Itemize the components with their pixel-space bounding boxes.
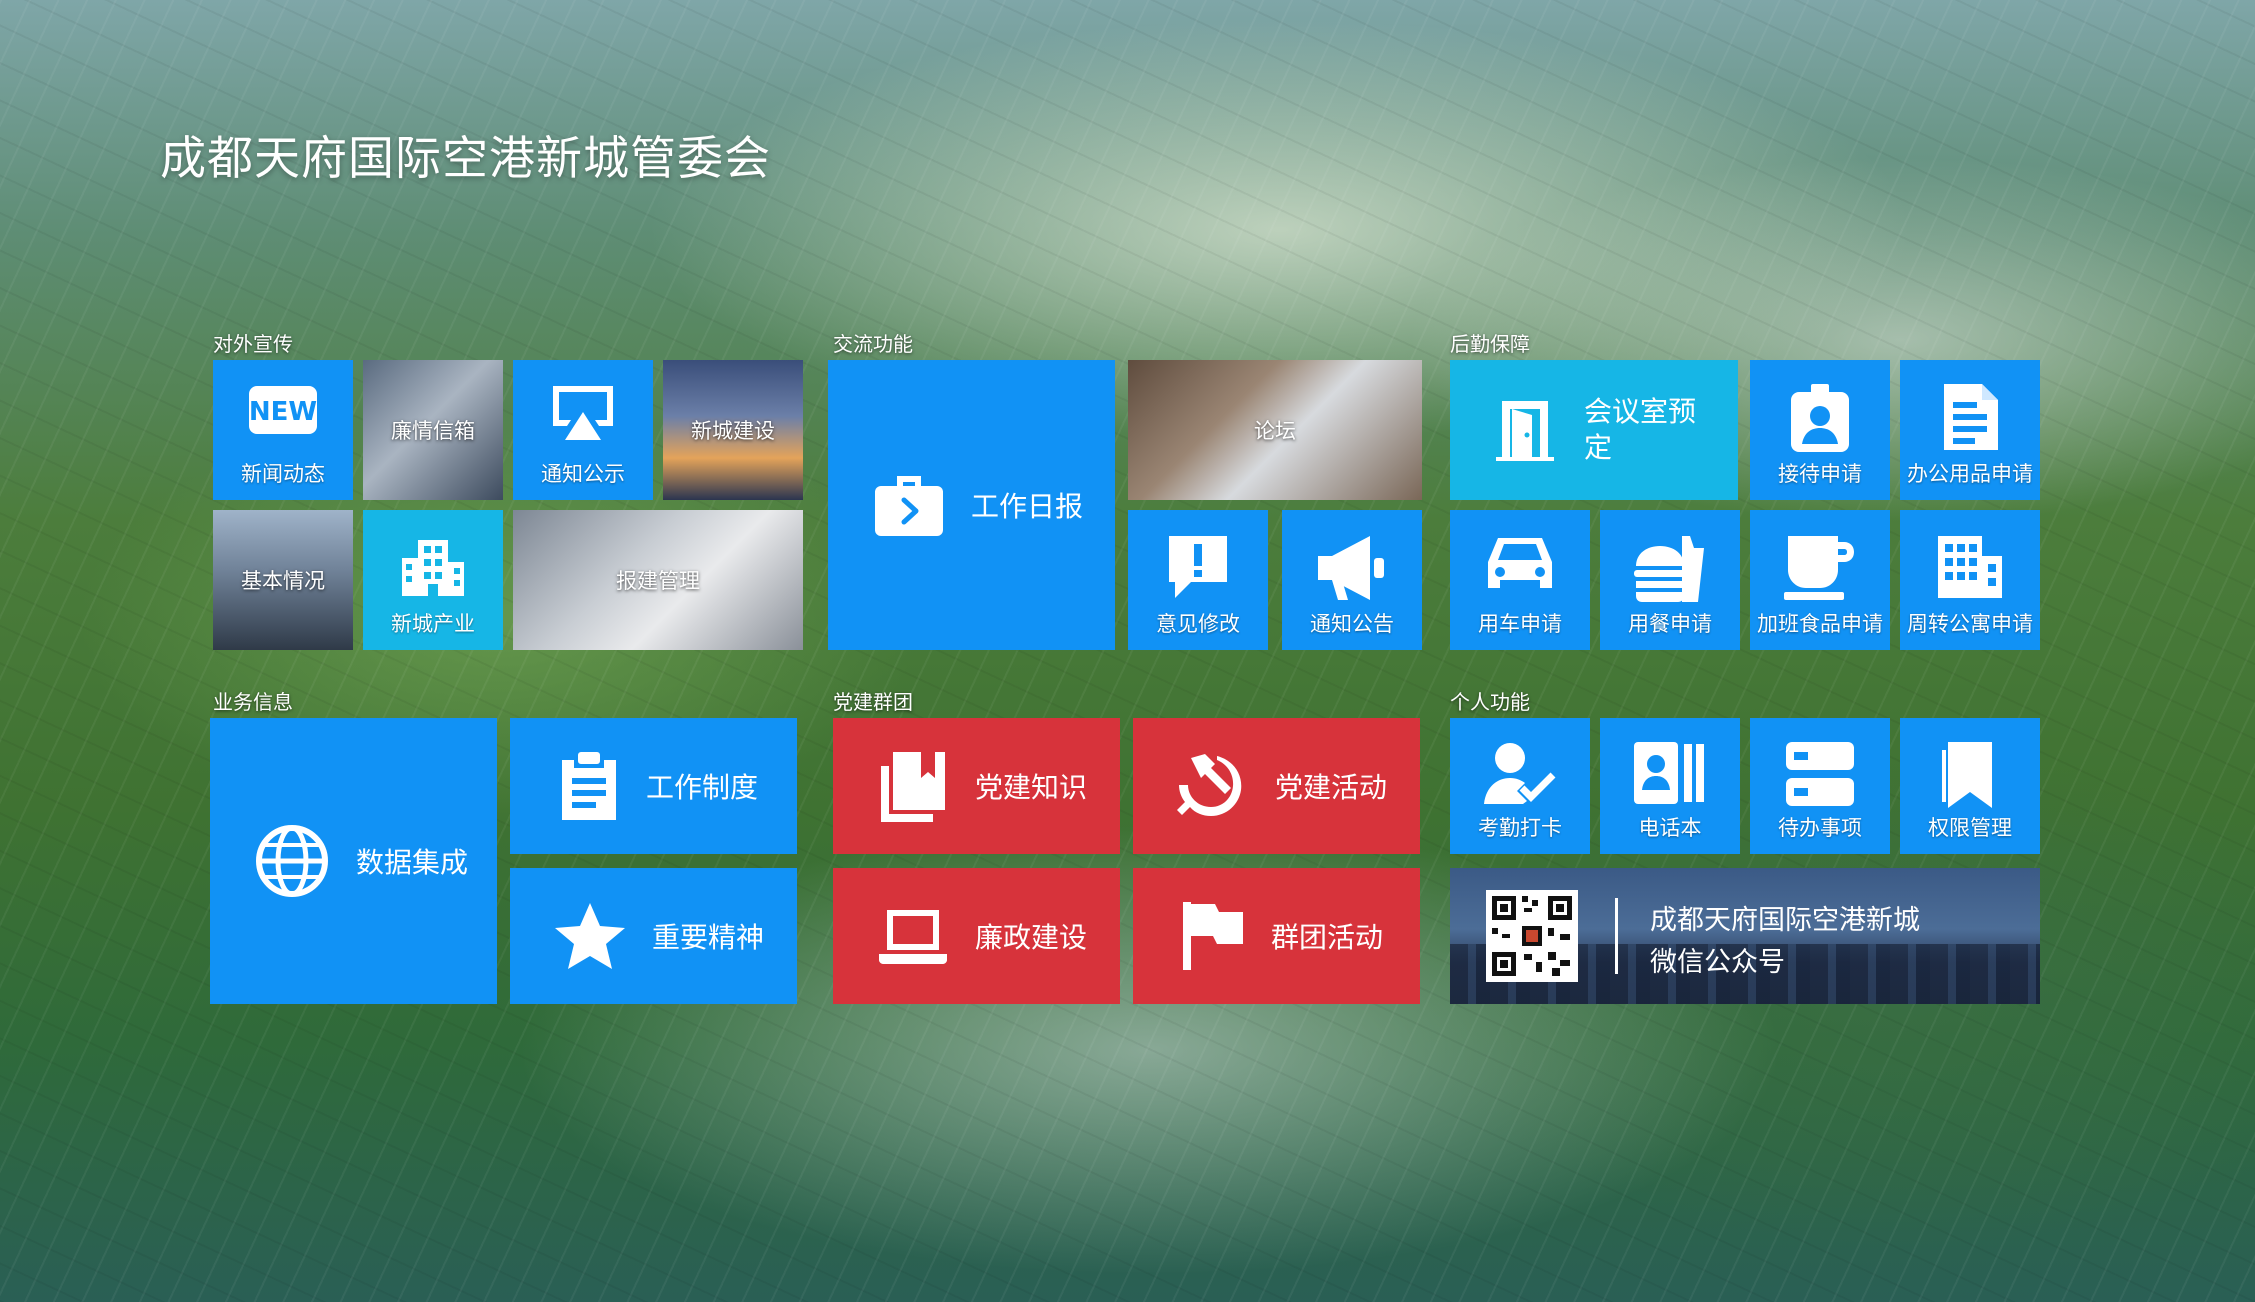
building-icon: [398, 532, 468, 602]
tile-news[interactable]: NEW 新闻动态: [213, 360, 353, 500]
section-label-personal: 个人功能: [1450, 690, 1530, 714]
page-title: 成都天府国际空港新城管委会: [160, 131, 771, 185]
tile-party-activity[interactable]: 党建活动: [1133, 718, 1420, 854]
section-label-logistics: 后勤保障: [1450, 332, 1530, 356]
tile-party-activity-label: 党建活动: [1275, 771, 1388, 804]
exclamation-bubble-icon: [1163, 532, 1233, 602]
tile-data-integration[interactable]: 数据集成: [210, 718, 497, 1004]
tile-basic-label: 基本情况: [241, 569, 325, 593]
tile-group-activity-label: 群团活动: [1271, 921, 1384, 954]
wechat-banner[interactable]: 成都天府国际空港新城 微信公众号: [1450, 868, 2040, 1004]
tile-industry-label: 新城产业: [391, 612, 475, 636]
section-label-business: 业务信息: [213, 690, 293, 714]
tile-todo[interactable]: 待办事项: [1750, 718, 1890, 854]
tile-meeting-room-label: 会议室预定: [1584, 395, 1697, 464]
section-label-party: 党建群团: [833, 690, 913, 714]
tile-reception[interactable]: 接待申请: [1750, 360, 1890, 500]
tile-mailbox[interactable]: 廉情信箱: [363, 360, 503, 500]
cup-icon: [1782, 532, 1858, 602]
door-icon: [1492, 397, 1558, 463]
contact-card-icon: [1632, 740, 1708, 806]
tile-feedback-label: 意见修改: [1156, 612, 1240, 636]
tile-vehicle-label: 用车申请: [1478, 612, 1562, 636]
hammer-sickle-icon: [1177, 750, 1249, 822]
tile-basic[interactable]: 基本情况: [213, 510, 353, 650]
tile-permission-label: 权限管理: [1928, 816, 2012, 840]
new-badge-icon: NEW: [247, 382, 319, 438]
globe-icon: [254, 823, 330, 899]
megaphone-icon: [1314, 532, 1390, 604]
tile-integrity[interactable]: 廉政建设: [833, 868, 1120, 1004]
tile-daily-report-label: 工作日报: [971, 490, 1084, 523]
tile-group-activity[interactable]: 群团活动: [1133, 868, 1420, 1004]
person-check-icon: [1482, 740, 1558, 808]
tile-attendance[interactable]: 考勤打卡: [1450, 718, 1590, 854]
tile-announcement-label: 通知公告: [1310, 612, 1394, 636]
background-texture: [0, 0, 2255, 1302]
bookmark-icon: [1938, 740, 2002, 810]
qr-code-icon: [1486, 890, 1578, 986]
burger-drink-icon: [1632, 532, 1708, 604]
clipboard-icon: [558, 750, 620, 822]
tile-phonebook-label: 电话本: [1638, 816, 1702, 840]
laptop-icon: [877, 906, 949, 966]
airplay-icon: [547, 382, 619, 446]
tile-office-supplies[interactable]: 办公用品申请: [1900, 360, 2040, 500]
tile-notice[interactable]: 通知公示: [513, 360, 653, 500]
tile-work-system-label: 工作制度: [646, 771, 759, 804]
tile-important-spirit[interactable]: 重要精神: [510, 868, 797, 1004]
tile-forum-label: 论坛: [1254, 419, 1296, 443]
tile-daily-report[interactable]: 工作日报: [828, 360, 1115, 650]
tile-integrity-label: 廉政建设: [975, 921, 1088, 954]
tile-reception-label: 接待申请: [1778, 462, 1862, 486]
tile-construction-label: 新城建设: [691, 419, 775, 443]
tile-industry[interactable]: 新城产业: [363, 510, 503, 650]
tile-construction[interactable]: 新城建设: [663, 360, 803, 500]
star-icon: [554, 901, 626, 971]
svg-text:NEW: NEW: [249, 397, 317, 427]
tile-overtime-food-label: 加班食品申请: [1757, 612, 1883, 636]
tile-report-mgmt-label: 报建管理: [616, 569, 700, 593]
tile-news-label: 新闻动态: [241, 462, 325, 486]
tile-mailbox-label: 廉情信箱: [391, 419, 475, 443]
tile-data-integration-label: 数据集成: [356, 846, 469, 879]
tile-meal[interactable]: 用餐申请: [1600, 510, 1740, 650]
car-icon: [1482, 532, 1558, 596]
flag-icon: [1181, 900, 1245, 972]
tile-permission[interactable]: 权限管理: [1900, 718, 2040, 854]
badge-person-icon: [1787, 382, 1853, 454]
tile-party-knowledge[interactable]: 党建知识: [833, 718, 1120, 854]
document-icon: [1938, 382, 2002, 452]
section-label-external: 对外宣传: [213, 332, 293, 356]
wechat-divider: [1615, 898, 1618, 974]
tile-office-supplies-label: 办公用品申请: [1907, 462, 2033, 486]
tile-attendance-label: 考勤打卡: [1478, 816, 1562, 840]
apartment-building-icon: [1934, 532, 2006, 602]
tile-phonebook[interactable]: 电话本: [1600, 718, 1740, 854]
wechat-line1: 成都天府国际空港新城: [1650, 905, 1920, 936]
tile-todo-label: 待办事项: [1778, 816, 1862, 840]
tile-meeting-room[interactable]: 会议室预定: [1450, 360, 1738, 500]
section-label-exchange: 交流功能: [833, 332, 913, 356]
tile-important-spirit-label: 重要精神: [652, 921, 765, 954]
tile-report-mgmt[interactable]: 报建管理: [513, 510, 803, 650]
tile-forum[interactable]: 论坛: [1128, 360, 1422, 500]
tile-vehicle[interactable]: 用车申请: [1450, 510, 1590, 650]
book-copy-icon: [877, 750, 949, 822]
wechat-line2: 微信公众号: [1650, 947, 1785, 978]
server-list-icon: [1784, 740, 1856, 808]
tile-overtime-food[interactable]: 加班食品申请: [1750, 510, 1890, 650]
tile-notice-label: 通知公示: [541, 462, 625, 486]
tile-meal-label: 用餐申请: [1628, 612, 1712, 636]
tile-party-knowledge-label: 党建知识: [975, 771, 1088, 804]
tile-announcement[interactable]: 通知公告: [1282, 510, 1422, 650]
tile-apartment[interactable]: 周转公寓申请: [1900, 510, 2040, 650]
briefcase-icon: [873, 472, 945, 538]
tile-feedback[interactable]: 意见修改: [1128, 510, 1268, 650]
tile-apartment-label: 周转公寓申请: [1907, 612, 2033, 636]
tile-work-system[interactable]: 工作制度: [510, 718, 797, 854]
